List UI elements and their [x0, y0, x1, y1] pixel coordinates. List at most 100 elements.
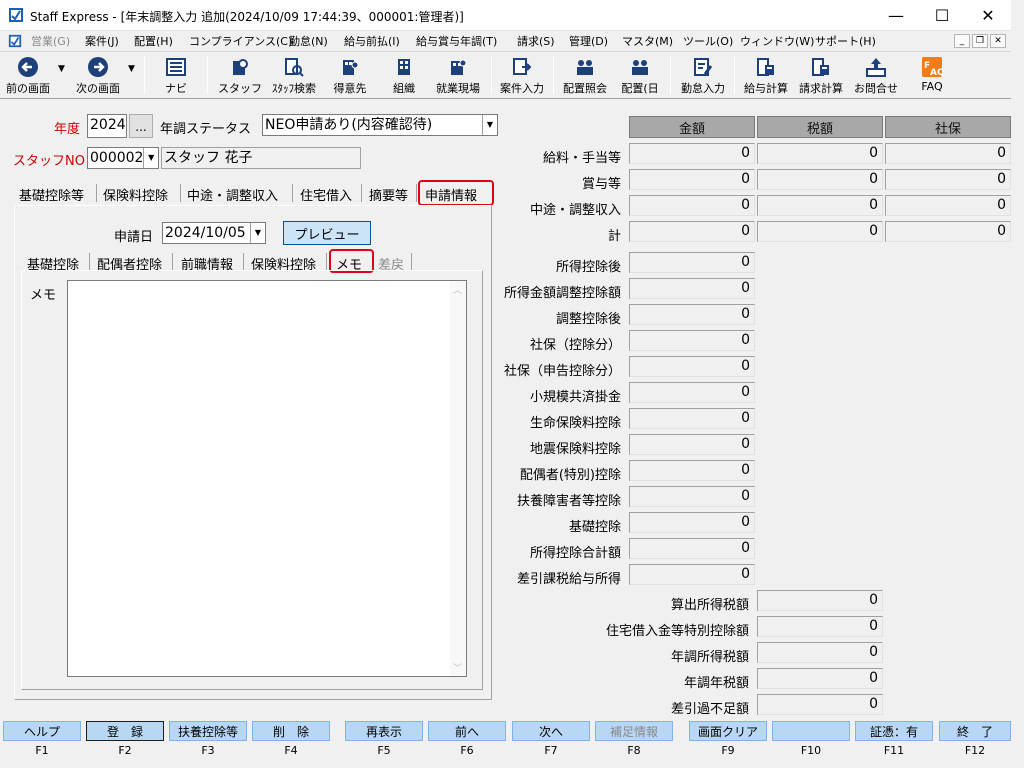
- memo-textarea[interactable]: ︿ ﹀: [67, 280, 467, 677]
- toolbar-separator: [553, 56, 554, 94]
- midyear-social-insurance: 0: [885, 195, 1011, 216]
- row-label-taxable-income: 差引課税給与所得: [516, 572, 621, 587]
- tab-insurance-deduction[interactable]: 保険料控除: [103, 185, 168, 204]
- bonus-social-insurance: 0: [885, 169, 1011, 190]
- preview-button[interactable]: プレビュー: [283, 221, 371, 245]
- tab-highlight: [418, 180, 494, 206]
- f6-key-label: F6: [460, 744, 474, 757]
- f5-refresh-button[interactable]: 再表示: [345, 721, 423, 741]
- toolbar-placement-day-button[interactable]: 配置(日: [616, 53, 664, 97]
- social-declared-value: 0: [629, 356, 755, 377]
- f3-dependent-deduction-button[interactable]: 扶養控除等: [169, 721, 247, 741]
- toolbar-back-button[interactable]: 前の画面: [2, 53, 54, 97]
- f4-key-label: F4: [284, 744, 298, 757]
- menu-payroll[interactable]: 給与賞与年調(T): [416, 33, 497, 49]
- row-label-midyear: 中途・調整収入: [529, 203, 621, 218]
- year-picker-button[interactable]: ...: [129, 114, 153, 138]
- toolbar-faq-button[interactable]: F AQ FAQ: [910, 53, 954, 97]
- toolbar-workplace-button[interactable]: 就業現場: [430, 53, 486, 97]
- menu-support[interactable]: サポート(H): [815, 33, 876, 49]
- toolbar-billing-calc-button[interactable]: 請求計算: [795, 53, 847, 97]
- row-label-bonus: 賞与等: [581, 177, 621, 192]
- toolbar-separator: [670, 56, 671, 94]
- menu-sales[interactable]: 営業(G): [31, 33, 70, 49]
- menu-attendance[interactable]: 勤怠(N): [289, 33, 328, 49]
- f9-clear-button[interactable]: 画面クリア: [689, 721, 767, 741]
- toolbar-forward-button[interactable]: 次の画面: [72, 53, 124, 97]
- status-label: 年調ステータス: [160, 122, 252, 137]
- balance-value: 0: [757, 694, 883, 715]
- tab-summary[interactable]: 摘要等: [369, 185, 408, 204]
- inquiry-icon: [865, 56, 887, 78]
- menu-advance-pay[interactable]: 給与前払(I): [344, 33, 400, 49]
- row-label-deduction-total: 所得控除合計額: [529, 546, 621, 561]
- staff-no-select[interactable]: 000002 ▼: [87, 147, 159, 169]
- maximize-button[interactable]: ☐: [919, 0, 965, 31]
- f4-delete-button[interactable]: 削 除: [252, 721, 330, 741]
- f11-evidence-button[interactable]: 証憑：有: [855, 721, 933, 741]
- mdi-restore-button[interactable]: ❐: [972, 34, 988, 48]
- basic-deduction-value: 0: [629, 512, 755, 533]
- status-select-value: NEO申請あり(内容確認待): [265, 117, 433, 133]
- back-dropdown-icon[interactable]: ▼: [58, 64, 65, 74]
- spouse-deduction-value: 0: [629, 460, 755, 481]
- organization-icon: [393, 56, 415, 78]
- apply-date-value: 2024/10/05: [165, 225, 246, 241]
- midyear-tax: 0: [757, 195, 883, 216]
- menu-billing[interactable]: 請求(S): [517, 33, 555, 49]
- toolbar-staff-button[interactable]: スタッフ: [218, 53, 262, 97]
- menu-management[interactable]: 管理(D): [569, 33, 608, 49]
- scroll-up-icon[interactable]: ︿: [453, 283, 462, 296]
- row-label-yearend-income-tax: 年調所得税額: [670, 650, 749, 665]
- salary-social-insurance: 0: [885, 143, 1011, 164]
- yearend-income-tax-value: 0: [757, 642, 883, 663]
- salary-tax: 0: [757, 143, 883, 164]
- memo-label: メモ: [30, 288, 57, 303]
- toolbar-customer-button[interactable]: 得意先: [328, 53, 372, 97]
- f3-key-label: F3: [201, 744, 215, 757]
- minimize-button[interactable]: —: [873, 0, 919, 31]
- scroll-down-icon[interactable]: ﹀: [453, 661, 462, 674]
- row-label-salary: 給料・手当等: [542, 151, 621, 166]
- tab-basic-deduction[interactable]: 基礎控除等: [19, 185, 84, 204]
- f6-previous-button[interactable]: 前へ: [428, 721, 506, 741]
- app-icon: [9, 8, 23, 22]
- toolbar-organization-button[interactable]: 組織: [382, 53, 426, 97]
- f10-button[interactable]: [772, 721, 850, 741]
- toolbar-navi-button[interactable]: ナビ: [154, 53, 198, 97]
- toolbar-attendance-entry-button[interactable]: 勤怠入力: [676, 53, 730, 97]
- mdi-close-button[interactable]: ✕: [990, 34, 1006, 48]
- menu-compliance[interactable]: コンプライアンス(C): [189, 33, 292, 49]
- close-button[interactable]: ✕: [965, 0, 1011, 31]
- apply-date-picker[interactable]: 2024/10/05 ▼: [162, 222, 266, 244]
- menu-tools[interactable]: ツール(O): [683, 33, 733, 49]
- toolbar-inquiry-button[interactable]: お問合せ: [850, 53, 902, 97]
- row-label-after-adjustment: 調整控除後: [555, 312, 621, 327]
- toolbar-case-entry-button[interactable]: 案件入力: [496, 53, 548, 97]
- toolbar-staff-search-button[interactable]: ｽﾀｯﾌ検索: [266, 53, 322, 97]
- status-select[interactable]: NEO申請あり(内容確認待) ▼: [262, 114, 498, 136]
- row-label-basic-deduction: 基礎控除: [568, 520, 621, 535]
- f1-help-button[interactable]: ヘルプ: [3, 721, 81, 741]
- menu-window[interactable]: ウィンドウ(W): [740, 33, 814, 49]
- f8-supplement-button[interactable]: 補足情報: [595, 721, 673, 741]
- toolbar-payroll-calc-button[interactable]: 給与計算: [740, 53, 792, 97]
- year-input[interactable]: 2024: [87, 114, 127, 138]
- memo-scrollbar[interactable]: ︿ ﹀: [450, 281, 466, 676]
- header-amount: 金額: [629, 116, 755, 138]
- earthquake-insurance-value: 0: [629, 434, 755, 455]
- total-tax: 0: [757, 221, 883, 242]
- f12-exit-button[interactable]: 終 了: [939, 721, 1011, 741]
- menu-placement[interactable]: 配置(H): [134, 33, 173, 49]
- menu-case[interactable]: 案件(J): [85, 33, 119, 49]
- app-menu-icon[interactable]: [8, 34, 22, 48]
- tab-midyear-income[interactable]: 中途・調整収入: [187, 185, 278, 204]
- f2-register-button[interactable]: 登 録: [86, 721, 164, 741]
- mdi-minimize-button[interactable]: _: [954, 34, 970, 48]
- computed-tax-value: 0: [757, 590, 883, 611]
- menu-master[interactable]: マスタ(M): [622, 33, 673, 49]
- forward-dropdown-icon[interactable]: ▼: [128, 64, 135, 74]
- toolbar-placement-inquiry-button[interactable]: 配置照会: [558, 53, 612, 97]
- tab-housing-loan[interactable]: 住宅借入: [300, 185, 352, 204]
- f7-next-button[interactable]: 次へ: [512, 721, 590, 741]
